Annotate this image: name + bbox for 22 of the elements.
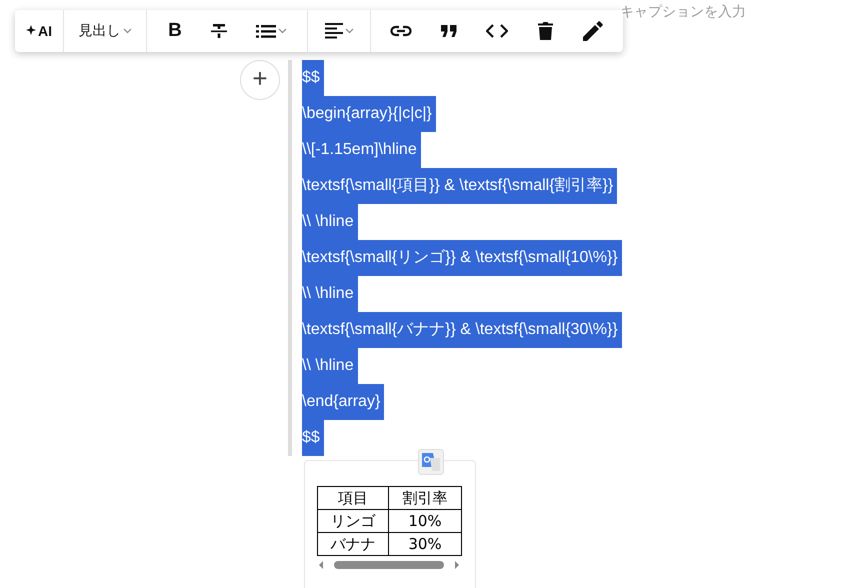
- table-header: 割引率: [388, 486, 462, 510]
- align-left-icon: [324, 23, 342, 39]
- ai-button[interactable]: AI: [21, 10, 57, 52]
- horizontal-scrollbar[interactable]: [319, 559, 459, 571]
- table-cell: リンゴ: [318, 510, 388, 532]
- add-block-button[interactable]: +: [240, 60, 280, 100]
- translate-icon[interactable]: [418, 449, 444, 475]
- table-cell: 10%: [388, 510, 462, 532]
- list-icon: [256, 24, 276, 38]
- heading-dropdown[interactable]: 見出し: [70, 10, 140, 52]
- sparkle-icon: [26, 25, 36, 37]
- table-cell: バナナ: [318, 532, 388, 556]
- table-header: 項目: [318, 486, 388, 510]
- strikethrough-icon: [210, 23, 228, 39]
- code-icon: [486, 24, 508, 38]
- table-cell: 30%: [388, 532, 462, 556]
- pencil-icon: [583, 21, 603, 41]
- trash-icon: [538, 22, 552, 40]
- caption-field[interactable]: キャプションを入力: [620, 3, 770, 19]
- quote-icon: [441, 25, 457, 37]
- bold-button[interactable]: B: [153, 10, 197, 52]
- link-icon: [390, 25, 412, 37]
